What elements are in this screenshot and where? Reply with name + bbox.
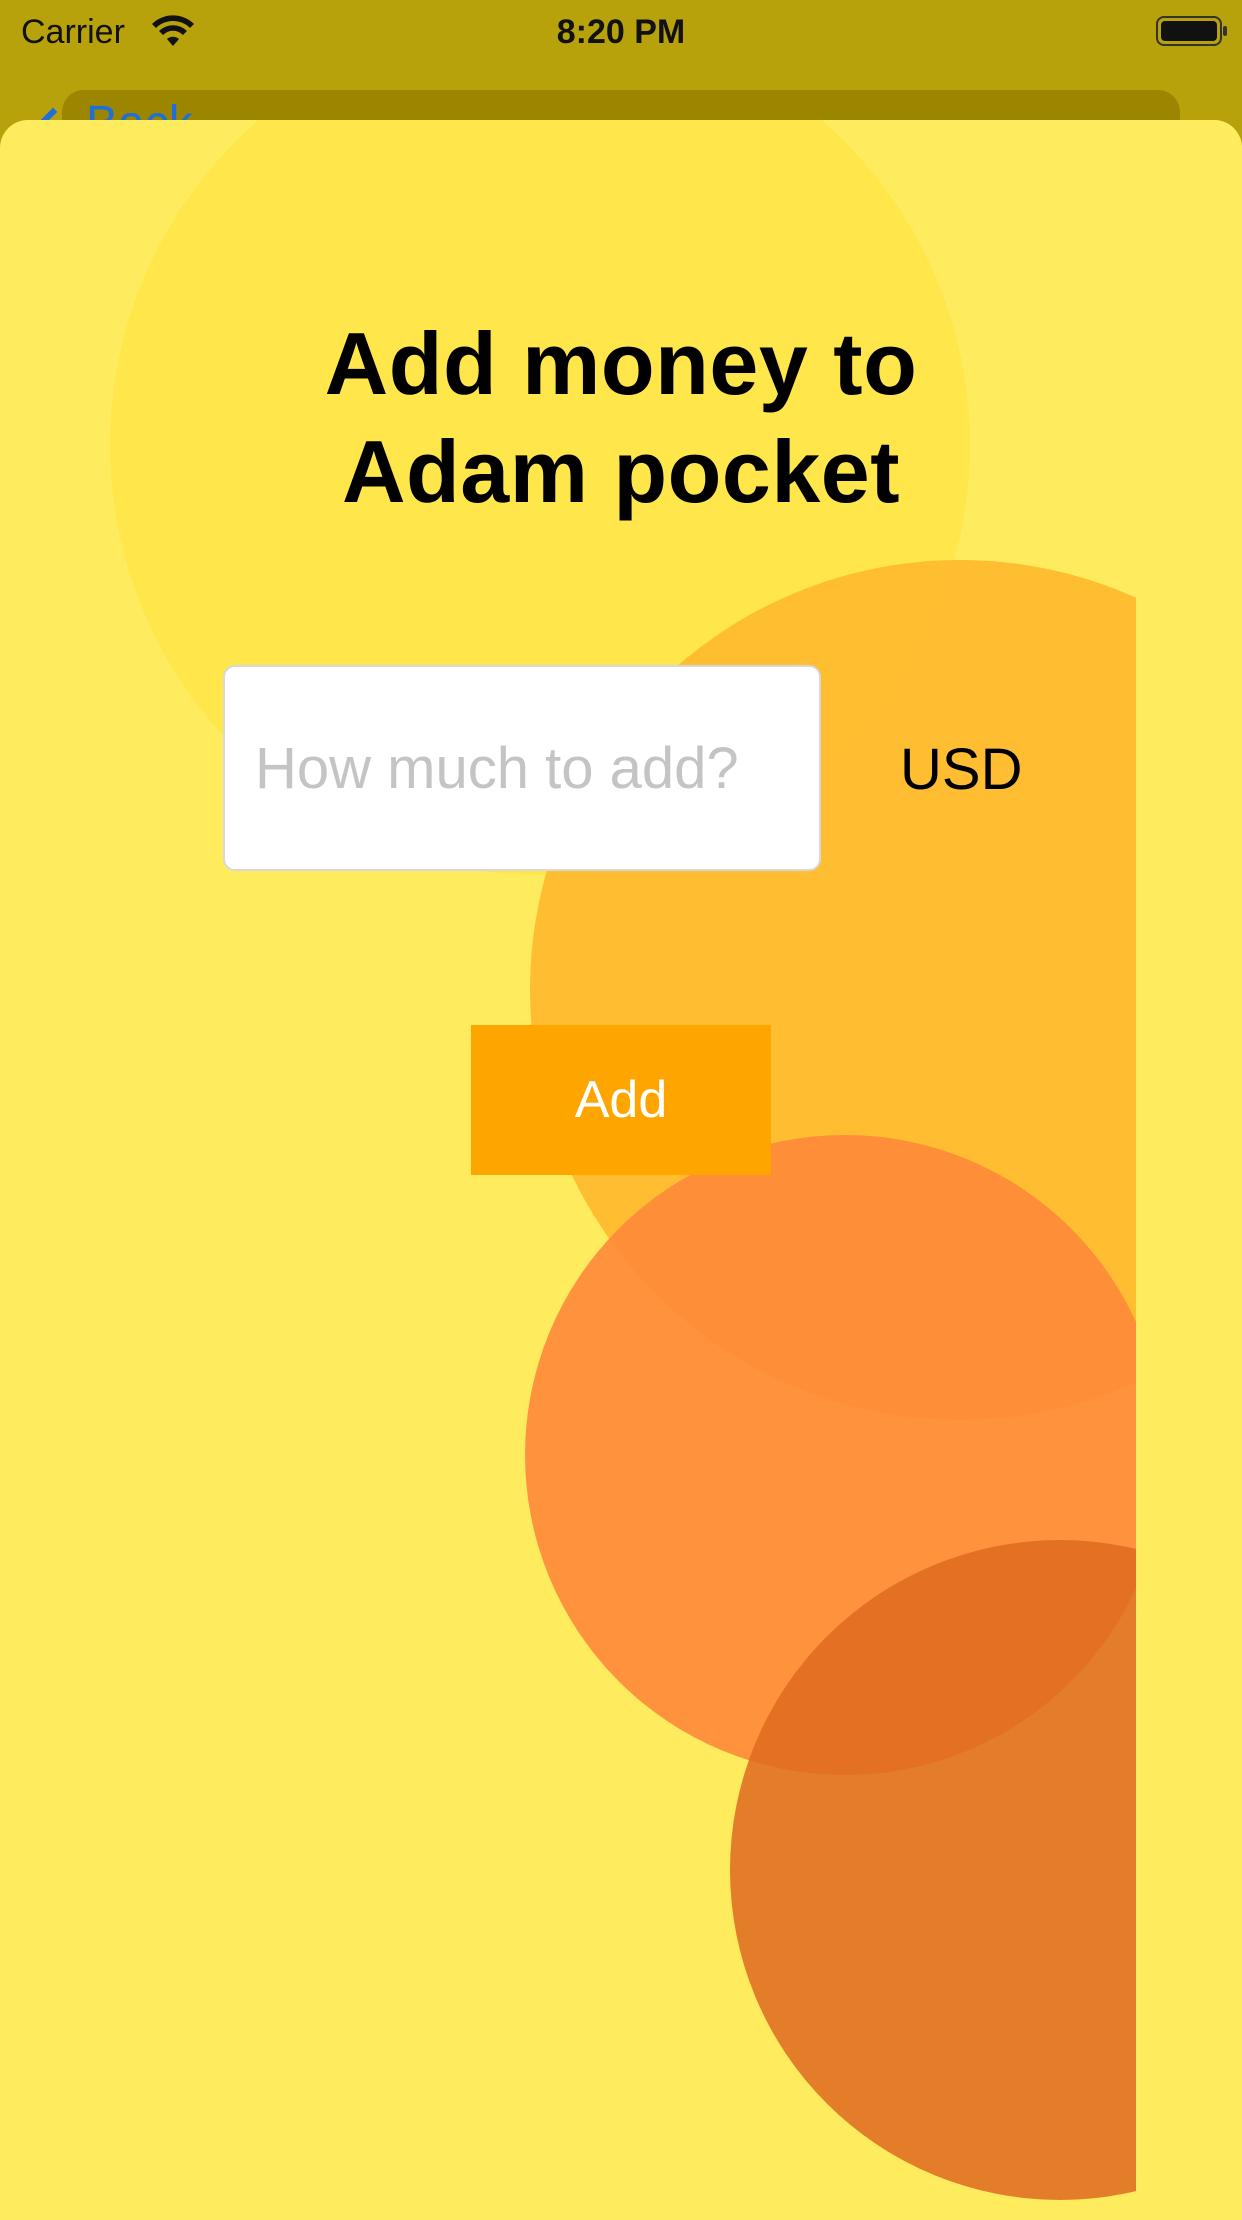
amount-input[interactable]: [223, 665, 821, 871]
title-line-1: Add money to: [324, 314, 918, 413]
page-title: Add money to Adam pocket: [0, 310, 1242, 526]
status-bar: Carrier 8:20 PM: [0, 0, 1242, 64]
currency-label: USD: [900, 737, 1023, 802]
title-line-2: Adam pocket: [341, 422, 901, 521]
add-button[interactable]: Add: [471, 1025, 771, 1175]
battery-icon: [1156, 16, 1227, 46]
clock-label: 8:20 PM: [556, 13, 686, 51]
